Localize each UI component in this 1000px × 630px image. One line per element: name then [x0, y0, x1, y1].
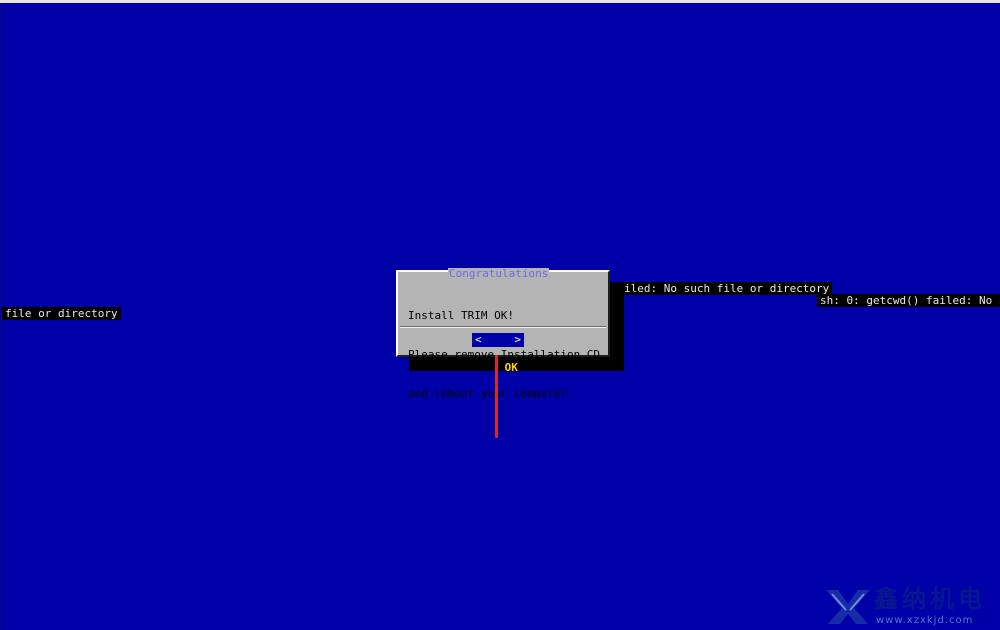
congratulations-dialog: Congratulations Install TRIM OK! Please …: [396, 267, 610, 400]
ok-button-label: OK: [504, 361, 518, 374]
watermark-url: www.xzxkjd.com: [876, 615, 974, 626]
ok-left-bracket: <: [475, 333, 482, 346]
watermark: 鑫纳机电 www.xzxkjd.com: [824, 584, 1000, 630]
console-line-right: sh: 0: getcwd() failed: No su: [817, 294, 1000, 307]
red-arrow-annotation: [495, 355, 498, 438]
console-line-left: file or directory: [2, 307, 121, 320]
ok-right-bracket: >: [514, 333, 521, 346]
console-line-mid: iled: No such file or directory: [621, 282, 833, 295]
dialog-title: Congratulations: [448, 267, 550, 280]
watermark-name: 鑫纳机电: [874, 585, 986, 613]
message-line: Install TRIM OK!: [408, 309, 514, 322]
ok-button[interactable]: < OK >: [472, 333, 524, 374]
watermark-logo-icon: [826, 590, 870, 624]
dialog-separator-highlight: [400, 327, 606, 328]
screen-top-bar: [0, 0, 1000, 3]
